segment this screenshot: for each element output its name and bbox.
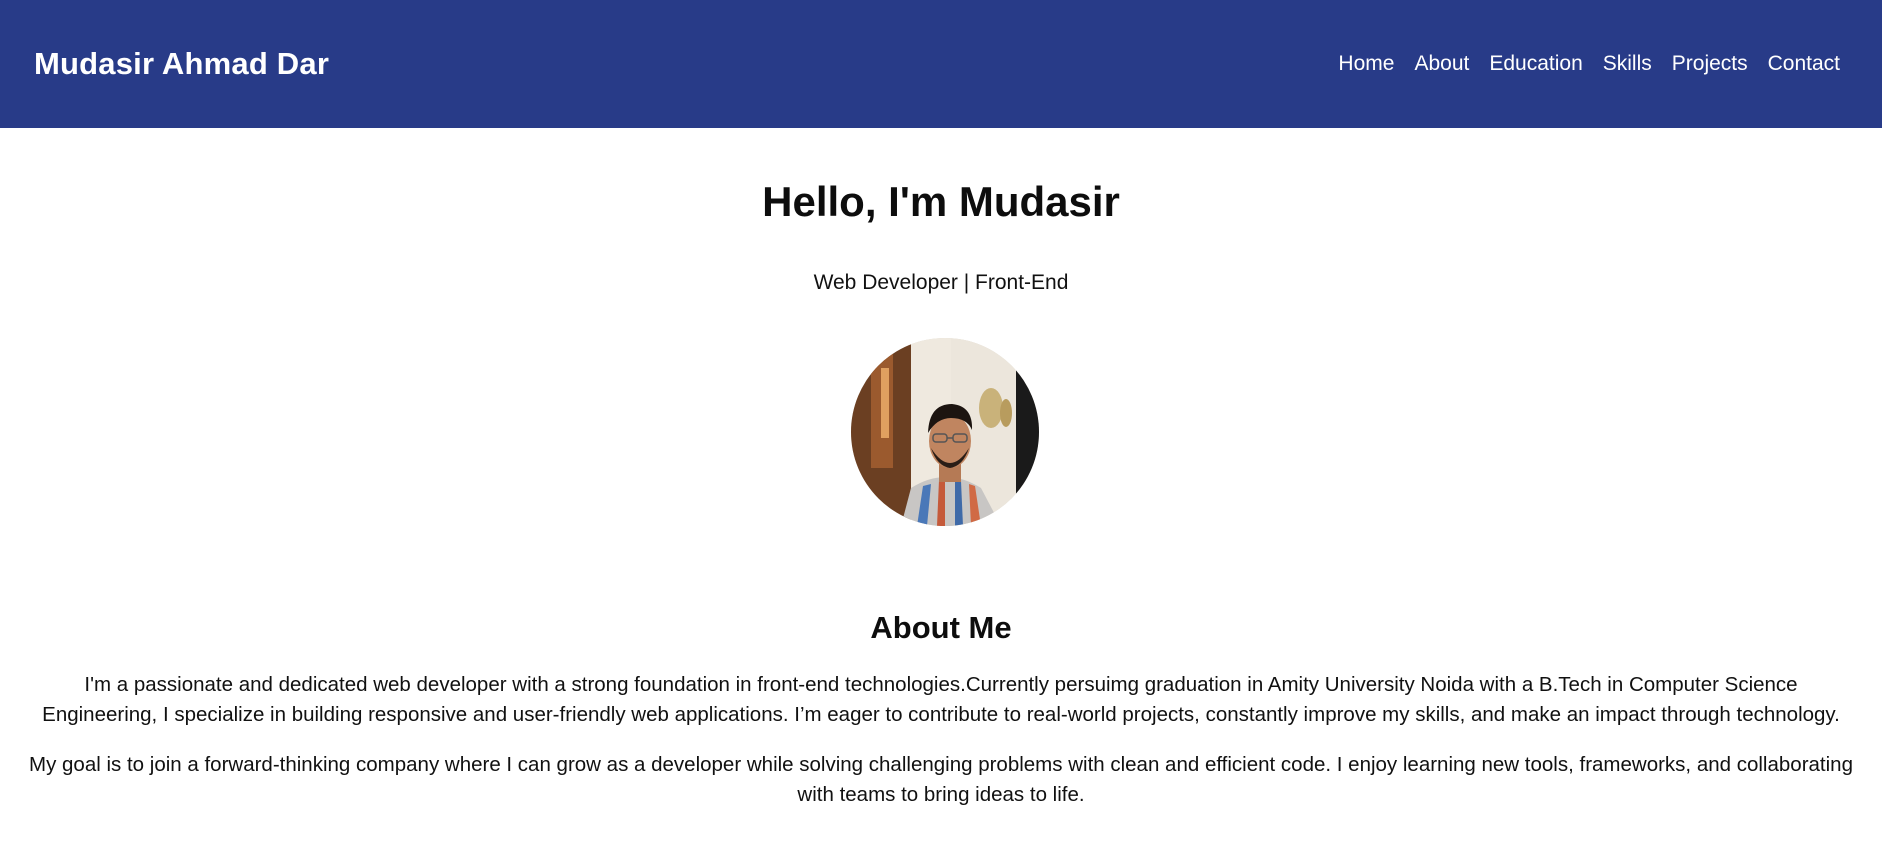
hero-title: Hello, I'm Mudasir — [762, 178, 1120, 225]
about-section: About Me I'm a passionate and dedicated … — [0, 610, 1882, 830]
site-brand[interactable]: Mudasir Ahmad Dar — [34, 46, 329, 82]
nav-links: Home About Education Skills Projects Con… — [1338, 52, 1840, 76]
profile-photo — [851, 338, 1039, 526]
about-title: About Me — [870, 610, 1012, 645]
nav-link-contact[interactable]: Contact — [1768, 52, 1840, 76]
top-navbar: Mudasir Ahmad Dar Home About Education S… — [0, 0, 1882, 128]
nav-link-education[interactable]: Education — [1489, 52, 1582, 76]
profile-photo-icon — [851, 338, 1039, 526]
nav-link-about[interactable]: About — [1414, 52, 1469, 76]
about-paragraph-2: My goal is to join a forward-thinking co… — [29, 753, 1853, 806]
about-paragraph-1: I'm a passionate and dedicated web devel… — [42, 673, 1840, 726]
nav-link-home[interactable]: Home — [1338, 52, 1394, 76]
nav-link-skills[interactable]: Skills — [1603, 52, 1652, 76]
hero-subtitle: Web Developer | Front-End — [813, 271, 1069, 294]
nav-link-projects[interactable]: Projects — [1672, 52, 1748, 76]
